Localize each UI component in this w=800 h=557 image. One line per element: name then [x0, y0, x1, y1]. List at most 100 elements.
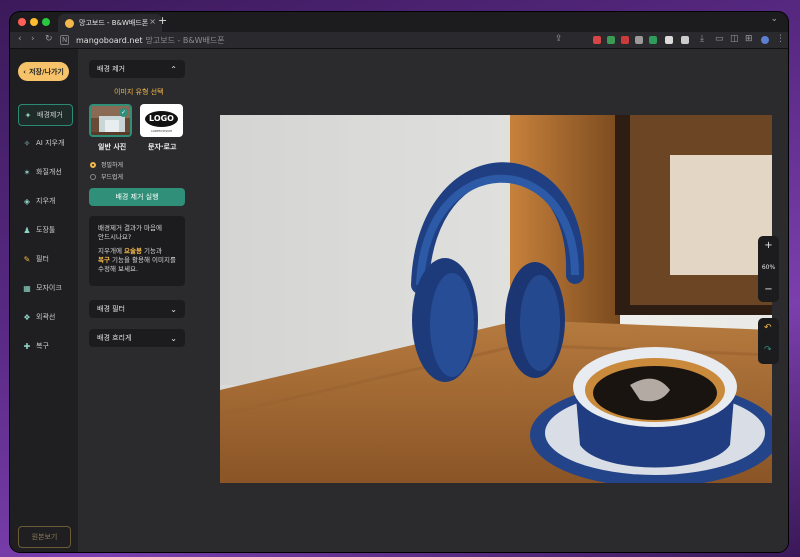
tip-text: 기능과: [141, 247, 162, 255]
bg-blur-section-header[interactable]: 배경 흐리게 ⌄: [89, 329, 185, 347]
tab-title: 망고보드 - B&W배드폰: [79, 19, 149, 27]
tip-text: 지우개에: [98, 247, 124, 255]
rail-item-restore[interactable]: ✚ 복구: [18, 336, 71, 356]
zoom-out-button[interactable]: −: [758, 284, 779, 295]
close-window-button[interactable]: [18, 18, 26, 26]
share-icon[interactable]: ⇪: [555, 34, 563, 44]
new-tab-button[interactable]: +: [158, 14, 167, 27]
image-type-label: 이미지 유형 선택: [114, 88, 164, 96]
chevron-down-icon: ⌄: [170, 304, 177, 314]
reload-icon[interactable]: ↻: [45, 34, 53, 44]
run-background-remove-button[interactable]: 배경 제거 실행: [89, 188, 185, 206]
extension-icon[interactable]: [593, 36, 601, 44]
ai-eraser-icon: ✧: [23, 138, 31, 148]
zoom-in-button[interactable]: +: [758, 240, 779, 251]
headphones-coffee-photo: [220, 115, 772, 483]
rail-item-label: 외곽선: [36, 313, 56, 321]
chevron-down-icon: ⌄: [170, 333, 177, 343]
download-icon[interactable]: ⤓: [700, 34, 704, 44]
rail-item-ai-eraser[interactable]: ✧ AI 지우개: [18, 133, 71, 153]
capture-icon[interactable]: ◫: [730, 34, 739, 44]
sidebar-icon[interactable]: ▭: [715, 34, 724, 44]
logo-sample-icon: LOGO: [145, 111, 178, 127]
tip-line: 안드시나요?: [98, 233, 132, 241]
logo-sample-subtext: LOREM IPSUM: [151, 129, 172, 133]
chevron-left-icon: ‹: [23, 67, 27, 76]
minimize-window-button[interactable]: [30, 18, 38, 26]
rail-item-outline[interactable]: ❖ 외곽선: [18, 307, 71, 327]
bg-remove-title: 배경 제거: [97, 65, 125, 73]
rail-item-mosaic[interactable]: ▦ 모자이크: [18, 278, 71, 298]
rail-item-quality[interactable]: ✶ 화질개선: [18, 162, 71, 182]
url-field[interactable]: mangoboard.net 망고보드 - B&W배드폰: [76, 35, 225, 46]
radio-precise[interactable]: 정밀하게: [90, 160, 123, 169]
url-page-title: 망고보드 - B&W배드폰: [145, 36, 225, 45]
rail-item-label: 필터: [36, 255, 49, 263]
rail-item-label: 모자이크: [36, 284, 62, 292]
mosaic-icon: ▦: [23, 283, 31, 293]
profile-avatar-icon[interactable]: [761, 36, 769, 44]
tip-box: 배경제거 결과가 마음에 안드시나요? 지우개에 요술봉 기능과 복구 기능을 …: [89, 216, 185, 286]
rail-item-label: 복구: [36, 342, 49, 350]
back-arrow-icon[interactable]: ‹: [18, 34, 22, 44]
redo-icon[interactable]: ↷: [764, 345, 772, 355]
tip-line: 수정해 보세요.: [98, 265, 139, 273]
chevron-up-icon: ⌃: [170, 64, 177, 74]
rail-item-label: 도장툴: [36, 226, 56, 234]
radio-soft[interactable]: 부드럽게: [90, 172, 123, 181]
tab-close-icon[interactable]: ×: [149, 17, 156, 26]
filter-icon: ✎: [23, 254, 31, 264]
bg-remove-section-header[interactable]: 배경 제거 ⌃: [89, 60, 185, 78]
maximize-window-button[interactable]: [42, 18, 50, 26]
save-exit-button[interactable]: ‹ 저장/나가기: [18, 62, 69, 81]
photo-type-label: 일반 사진: [98, 143, 127, 151]
tip-highlight: 복구: [98, 256, 110, 264]
rail-item-eraser[interactable]: ◈ 지우개: [18, 191, 71, 211]
tip-line: 복구 기능을 활용해 이미지를: [98, 256, 176, 265]
tip-line: 배경제거 결과가 마음에: [98, 224, 162, 232]
view-original-button[interactable]: 원본보기: [18, 526, 71, 548]
rail-item-label: AI 지우개: [36, 139, 65, 147]
extension-icon[interactable]: [665, 36, 673, 44]
extension-icon[interactable]: [621, 36, 629, 44]
reader-icon[interactable]: N: [60, 35, 70, 45]
tab-bar: 망고보드 - B&W배드폰 × + ⌄: [10, 12, 788, 32]
extension-icon[interactable]: [681, 36, 689, 44]
zoom-controls: + 60% −: [758, 236, 779, 302]
stamp-icon: ♟: [23, 225, 31, 235]
restore-icon: ✚: [23, 341, 31, 351]
run-label: 배경 제거 실행: [115, 193, 159, 201]
mango-favicon-icon: [65, 18, 74, 28]
rail-item-label: 지우개: [36, 197, 56, 205]
outline-icon: ❖: [23, 312, 31, 322]
tip-line: 지우개에 요술봉 기능과: [98, 247, 176, 256]
bg-filter-section-header[interactable]: 배경 필터 ⌄: [89, 300, 185, 318]
radio-selected-icon: [90, 161, 96, 168]
logo-type-option[interactable]: LOGO LOREM IPSUM: [140, 104, 183, 137]
more-menu-icon[interactable]: ⋮: [776, 34, 785, 44]
browser-tab[interactable]: 망고보드 - B&W배드폰 ×: [58, 14, 162, 32]
bg-blur-title: 배경 흐리게: [97, 334, 132, 342]
extension-icon[interactable]: [635, 36, 643, 44]
tool-rail: ‹ 저장/나가기 ✦ 배경제거 ✧ AI 지우개 ✶ 화질개선 ◈ 지우개 ♟ …: [10, 49, 78, 552]
radio-soft-label: 부드럽게: [101, 174, 124, 181]
rail-item-label: 화질개선: [36, 168, 62, 176]
view-original-label: 원본보기: [31, 533, 58, 541]
extensions-icon[interactable]: ⊞: [745, 34, 753, 44]
extension-icon[interactable]: [649, 36, 657, 44]
rail-item-stamp[interactable]: ♟ 도장툴: [18, 220, 71, 240]
radio-precise-label: 정밀하게: [101, 162, 124, 169]
forward-arrow-icon[interactable]: ›: [31, 34, 35, 44]
image-canvas[interactable]: [220, 115, 772, 483]
tab-menu-icon[interactable]: ⌄: [770, 14, 778, 24]
rail-item-background-remove[interactable]: ✦ 배경제거: [18, 104, 73, 126]
selected-check-icon: ✓: [119, 108, 128, 117]
undo-icon[interactable]: ↶: [764, 323, 772, 333]
extension-icon[interactable]: [607, 36, 615, 44]
bg-filter-title: 배경 필터: [97, 305, 125, 313]
tip-text: 기능을 활용해 이미지를: [109, 256, 176, 264]
rail-item-filter[interactable]: ✎ 필터: [18, 249, 71, 269]
photo-type-option[interactable]: ✓: [89, 104, 132, 137]
quality-icon: ✶: [23, 167, 31, 177]
save-exit-label: 저장/나가기: [29, 67, 64, 76]
